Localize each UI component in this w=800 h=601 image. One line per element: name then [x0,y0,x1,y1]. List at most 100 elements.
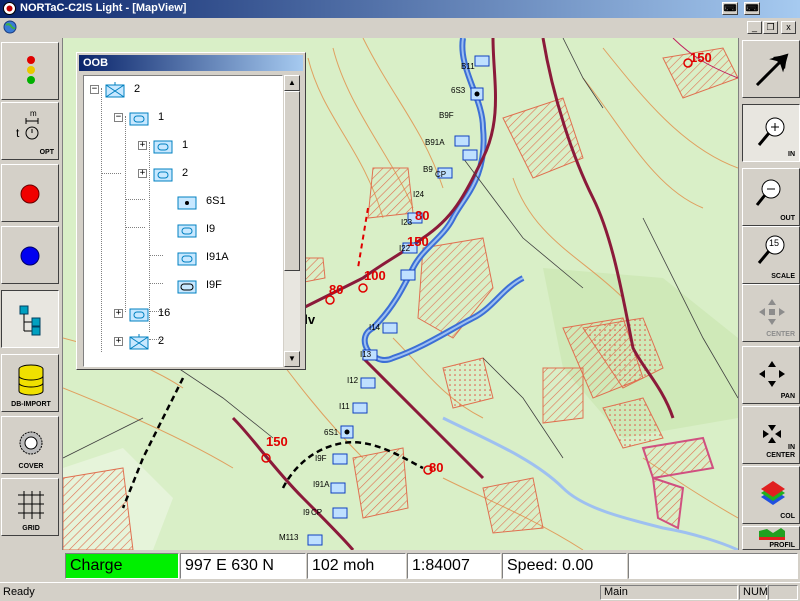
map-unit-label[interactable]: M113 [279,533,298,542]
info-row: Charge 997 E 630 N 102 moh 1:84007 Speed… [63,550,800,582]
blue-circle-icon [20,246,40,266]
red-marker-button[interactable] [1,164,59,222]
map-unit-label[interactable]: B11 [461,62,475,71]
opt-label: OPT [39,149,54,156]
minimize-button[interactable]: _ [747,21,762,34]
oob-node-label: 6S1 [206,195,226,207]
cover-button[interactable]: COVER [1,416,59,474]
map-unit-label[interactable]: B91A [425,138,445,147]
in-center-button[interactable]: IN CENTER [742,406,800,464]
tree-icon [19,305,41,336]
scroll-up-button[interactable]: ▲ [284,75,300,91]
map-unit-label[interactable]: I13 [360,350,371,359]
map-unit-label[interactable]: I9 [303,508,310,517]
oob-tree-node[interactable]: +16 [114,304,282,324]
map-unit-label[interactable]: B9 [423,165,433,174]
oob-tree-node[interactable]: +2 [114,332,282,352]
center-button[interactable]: CENTER [742,284,800,342]
mechanized-unit-icon [177,280,197,294]
map-unit-label[interactable]: I12 [347,376,358,385]
scale-badge: 15 [769,238,780,248]
oob-tree-node[interactable]: −1 [114,108,282,128]
zoom-in-button[interactable]: IN [742,104,800,162]
meter-mark: m [30,109,37,118]
oob-tree-button[interactable] [1,290,59,348]
db-import-button[interactable]: DB-IMPORT [1,354,59,412]
in-center-label: IN CENTER [766,444,795,459]
grid-button[interactable]: GRID [1,478,59,536]
map-unit-label[interactable]: B9F [439,111,454,120]
globe-icon [3,20,17,34]
scale-button[interactable]: 15 SCALE [742,226,800,284]
speed-label-150-top: 150 [690,50,712,65]
map-unit-label[interactable]: 6S1 [324,428,338,437]
center-label: CENTER [766,331,795,338]
col-button[interactable]: COL [742,466,800,524]
collapse-icon[interactable]: − [114,113,123,122]
keyboard-button-1[interactable]: ⌨ [722,2,738,15]
oob-tree-node[interactable]: 6S1 [162,192,282,212]
oob-node-label: 2 [158,335,165,347]
scroll-thumb[interactable] [284,91,300,271]
status-num: NUM [739,585,768,600]
oob-tree-node[interactable]: I91A [162,248,282,268]
oob-tree-node[interactable]: I9 [162,220,282,240]
oob-node-label: 2 [182,167,189,179]
unit-icon [153,140,173,154]
app-icon [3,2,16,15]
map-unit-label[interactable]: I9F [315,454,327,463]
map-unit-label[interactable]: I14 [369,323,380,332]
map-unit-label[interactable]: I11 [339,402,350,411]
restore-button[interactable]: ❐ [763,21,778,34]
support-unit-icon [177,196,197,210]
map-unit-label[interactable]: I91A [313,480,329,489]
speed-readout: Speed: 0.00 [502,553,627,579]
expand-icon[interactable]: + [138,169,147,178]
pan-button[interactable]: PAN [742,346,800,404]
map-unit-label[interactable]: I23 [401,218,412,227]
map-unit-label[interactable]: I22 [399,244,410,253]
oob-scrollbar[interactable]: ▲ ▼ [284,75,300,367]
map-unit-label[interactable]: I24 [413,190,424,199]
left-toolbar: m t OPT DB-IMPORT COVER GRID [0,38,63,550]
unit-icon [153,168,173,182]
col-label: COL [780,513,795,520]
expand-icon[interactable]: + [138,141,147,150]
speed-label-150-a: 150 [407,234,429,249]
oob-tree-node[interactable]: +1 [138,136,282,156]
map-unit-label[interactable]: CP [435,170,446,179]
menu-row: _ ❐ x [0,18,800,38]
close-button[interactable]: x [781,21,796,34]
scroll-down-button[interactable]: ▼ [284,351,300,367]
map-unit-label[interactable]: 6S3 [451,86,465,95]
zoom-out-label: OUT [780,215,795,222]
coordinates-readout: 997 E 630 N [180,553,306,579]
oob-node-label: 16 [158,307,171,319]
keyboard-button-2[interactable]: ⌨ [744,2,760,15]
oob-node-label: I9F [206,279,222,291]
collapse-icon[interactable]: − [90,85,99,94]
pan-label: PAN [780,393,795,400]
blue-marker-button[interactable] [1,226,59,284]
profil-button[interactable]: PROFIL [742,526,800,550]
altitude-readout: 102 moh [307,553,406,579]
oob-tree[interactable]: −2−1 +1 +2 6S1 I9 I91A I9F +16 +2 [83,75,283,367]
oob-window[interactable]: OOB −2−1 +1 +2 6S1 I9 I91A I9F +16 +2 ▲ ▼ [76,52,306,370]
speed-label-80-b: 80 [329,282,344,297]
oob-tree-node[interactable]: +2 [138,164,282,184]
speed-label-80-a: 80 [415,208,430,223]
speed-label-100: 100 [364,268,386,283]
expand-icon[interactable]: + [114,309,123,318]
unit-icon [177,224,197,238]
oob-tree-node[interactable]: I9F [162,276,282,296]
oob-node-label: I9 [206,223,216,235]
title-bar: NORTaC-C2IS Light - [MapView] ⌨ ⌨ [0,0,800,18]
map-unit-label[interactable]: CP [311,508,322,517]
unit-icon [129,308,149,322]
oob-tree-node[interactable]: −2 [90,80,270,100]
expand-icon[interactable]: + [114,337,123,346]
zoom-out-button[interactable]: OUT [742,168,800,226]
pointer-button[interactable] [742,40,800,98]
traffic-light-button[interactable] [1,42,59,100]
time-options-button[interactable]: m t OPT [1,102,59,160]
